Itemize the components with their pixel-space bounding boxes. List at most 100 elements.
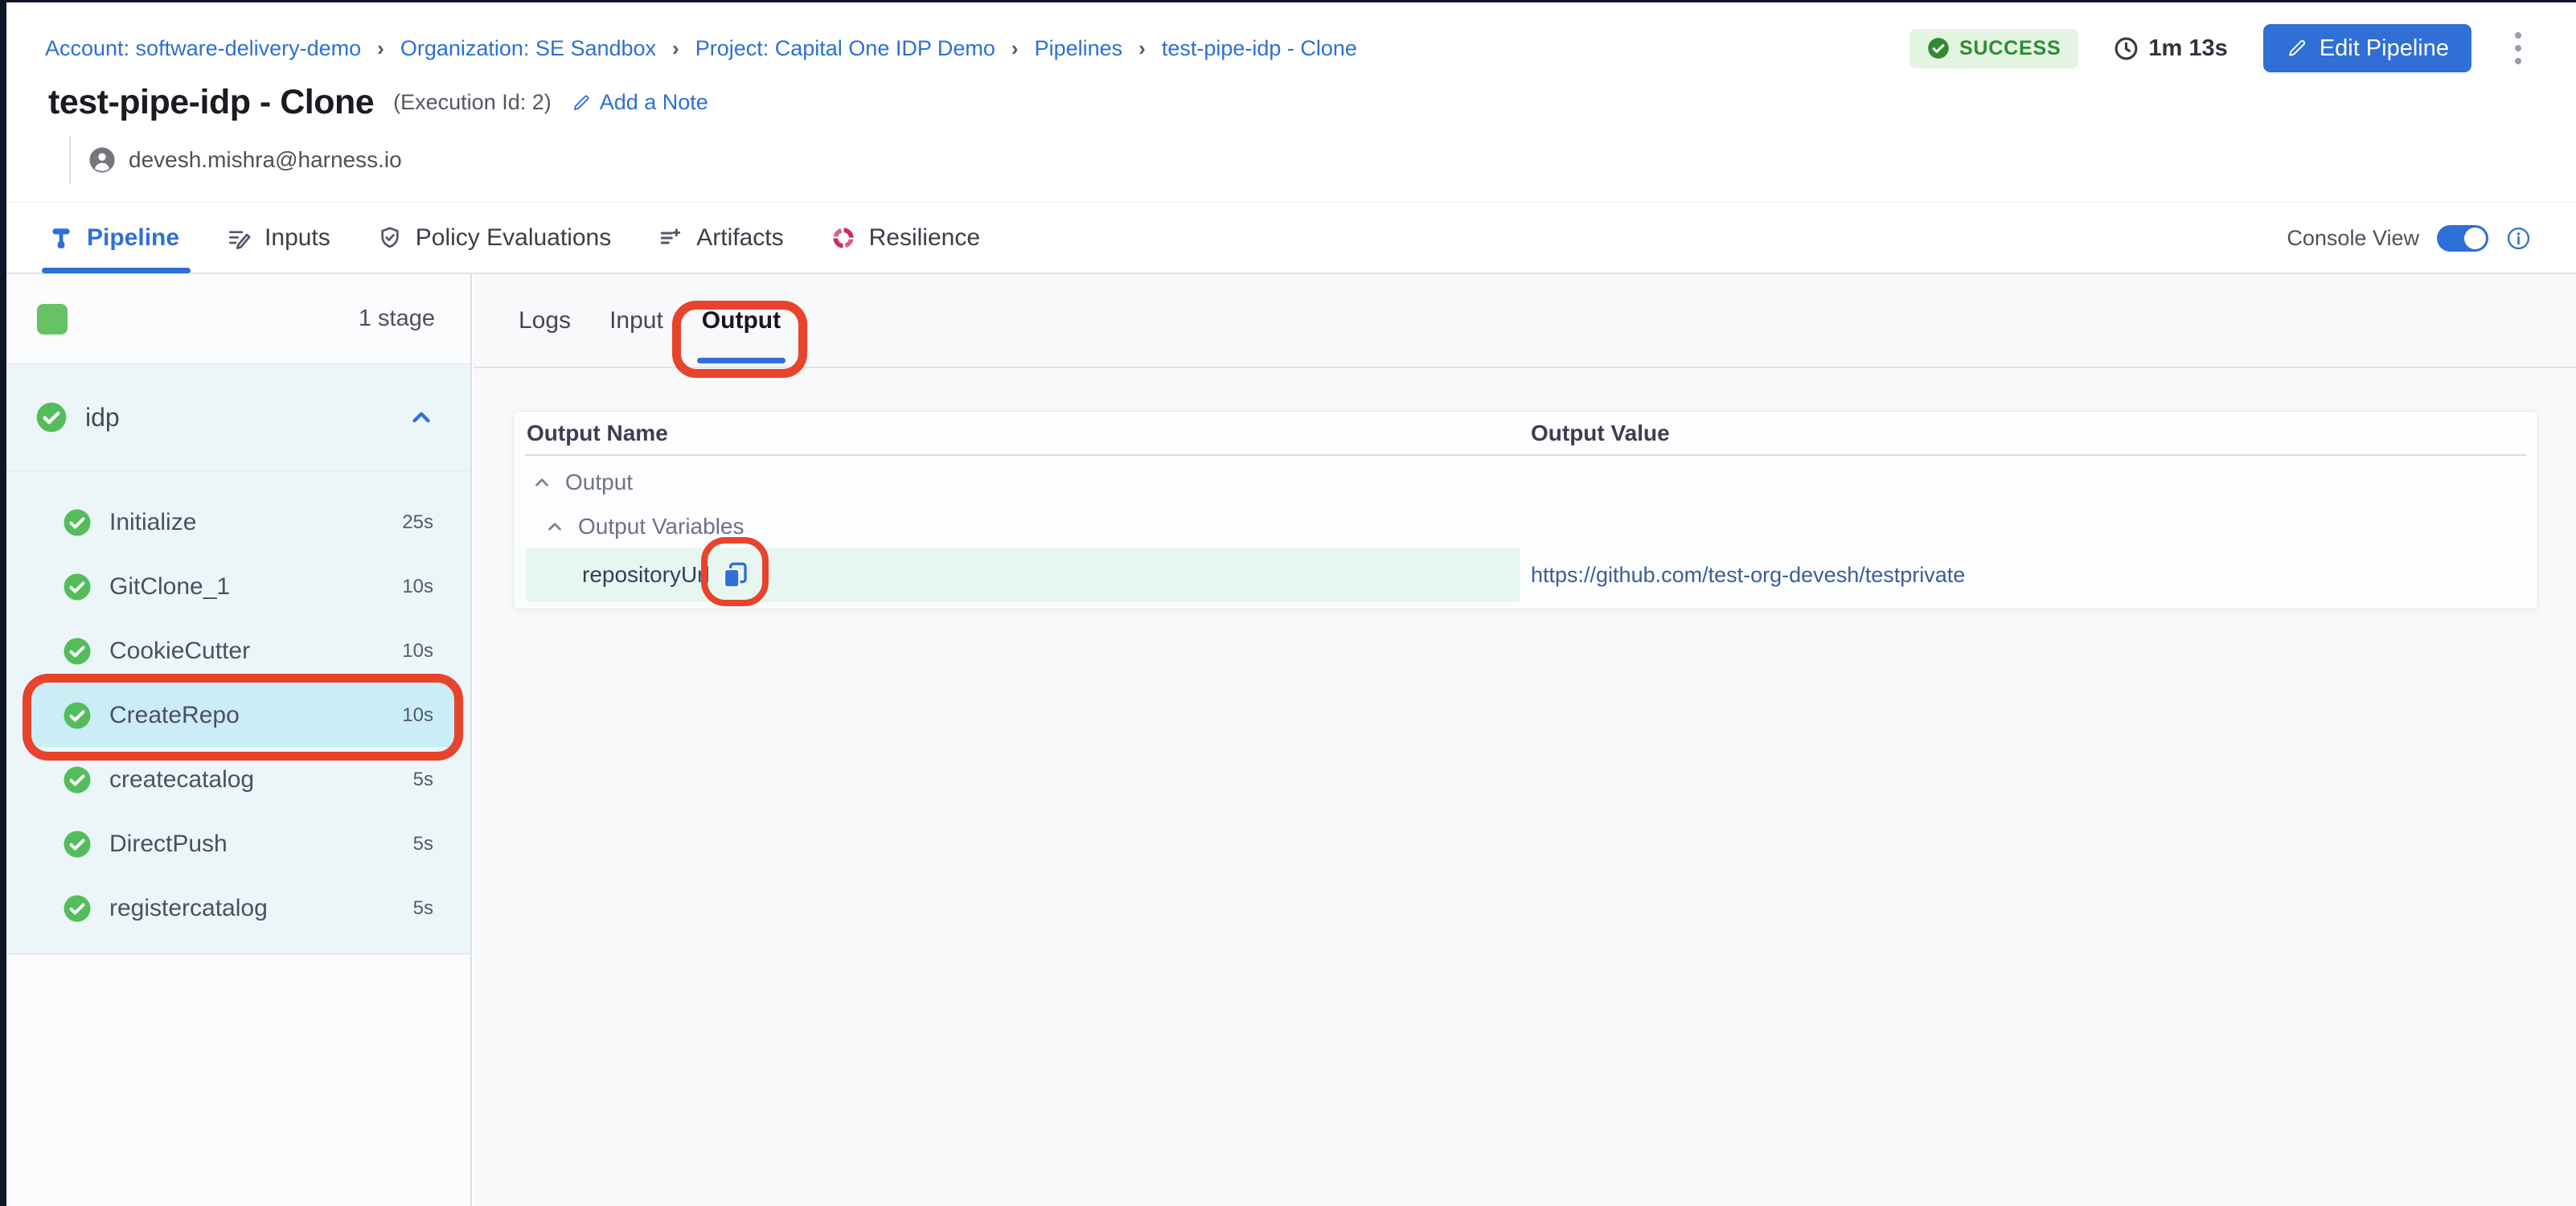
- step-detail-tabs: Logs Input Output: [474, 274, 2576, 368]
- breadcrumb-organization[interactable]: Organization: SE Sandbox: [400, 36, 656, 61]
- breadcrumb-separator: ›: [1011, 36, 1019, 61]
- title-row: test-pipe-idp - Clone (Execution Id: 2) …: [48, 83, 708, 122]
- step-duration: 10s: [402, 619, 433, 683]
- tab-logs[interactable]: Logs: [519, 274, 571, 367]
- execution-duration: 1m 13s: [2114, 35, 2227, 62]
- breadcrumb-current-pipeline[interactable]: test-pipe-idp - Clone: [1162, 36, 1357, 61]
- duration-label: 1m 13s: [2148, 35, 2227, 62]
- success-check-icon: [63, 701, 92, 730]
- step-list: Initialize 25s GitClone_1 10s CookieCutt…: [6, 471, 470, 941]
- tab-resilience-label: Resilience: [869, 224, 980, 252]
- table-row-repositoryurl: repositoryUrl: [526, 548, 1520, 602]
- tab-pipeline-label: Pipeline: [87, 224, 179, 252]
- output-table-card: Output Name Output Value Output Output V…: [513, 411, 2538, 609]
- table-group-label: Output Variables: [578, 514, 744, 539]
- success-check-icon: [63, 508, 92, 537]
- tab-artifacts-label: Artifacts: [696, 224, 783, 252]
- tab-artifacts[interactable]: Artifacts: [658, 203, 783, 273]
- step-name: GitClone_1: [109, 555, 230, 619]
- console-view-toggle[interactable]: [2437, 225, 2488, 252]
- step-duration: 10s: [402, 683, 433, 748]
- breadcrumb-pipelines[interactable]: Pipelines: [1035, 36, 1123, 61]
- step-directpush[interactable]: DirectPush 5s: [6, 812, 470, 876]
- triggered-by: devesh.mishra@harness.io: [69, 136, 402, 184]
- breadcrumb-separator: ›: [377, 36, 384, 61]
- stage-step-panel: idp Initialize 25s GitClone_1 10s: [6, 364, 470, 954]
- output-table-header: Output Name Output Value: [525, 412, 2526, 456]
- tab-inputs[interactable]: Inputs: [226, 203, 330, 273]
- step-name: registercatalog: [109, 876, 268, 941]
- success-check-icon: [63, 572, 92, 601]
- info-icon[interactable]: [2506, 226, 2531, 251]
- step-name: CreateRepo: [109, 683, 240, 748]
- column-output-name: Output Name: [527, 412, 668, 454]
- harness-pipeline-execution-page: Account: software-delivery-demo › Organi…: [0, 0, 2576, 1206]
- add-note-label: Add a Note: [600, 90, 708, 115]
- pencil-icon: [2286, 37, 2308, 59]
- step-registercatalog[interactable]: registercatalog 5s: [6, 876, 470, 941]
- console-view-label: Console View: [2287, 226, 2419, 251]
- success-check-icon: [1927, 37, 1950, 59]
- primary-tabs: Pipeline Inputs Policy Evaluations Artif…: [48, 203, 980, 273]
- pencil-icon: [571, 92, 592, 113]
- step-name: DirectPush: [109, 812, 228, 876]
- breadcrumb-separator: ›: [1138, 36, 1146, 61]
- status-badge: SUCCESS: [1909, 29, 2078, 68]
- step-name: Initialize: [109, 490, 196, 555]
- step-name: CookieCutter: [109, 619, 250, 683]
- step-duration: 5s: [413, 748, 433, 812]
- tab-output[interactable]: Output: [702, 274, 781, 367]
- table-group-output: Output: [531, 465, 633, 500]
- console-view-control: Console View: [2287, 203, 2531, 273]
- more-options-menu[interactable]: [2507, 27, 2529, 69]
- tab-input[interactable]: Input: [609, 274, 663, 367]
- copy-icon[interactable]: [719, 559, 751, 591]
- stage-summary-row: 1 stage: [6, 274, 470, 364]
- tab-policy-evaluations[interactable]: Policy Evaluations: [377, 203, 611, 273]
- add-note-link[interactable]: Add a Note: [571, 90, 708, 115]
- step-name: createcatalog: [109, 748, 254, 812]
- edit-pipeline-button[interactable]: Edit Pipeline: [2263, 24, 2471, 72]
- stage-count: 1 stage: [359, 274, 435, 363]
- stage-sidebar: 1 stage idp Initialize 25s: [6, 274, 472, 1206]
- chevron-up-icon[interactable]: [408, 404, 435, 431]
- stage-status-square: [37, 304, 68, 334]
- pipeline-icon: [48, 225, 74, 251]
- step-duration: 10s: [402, 555, 433, 619]
- execution-header: Account: software-delivery-demo › Organi…: [6, 2, 2576, 202]
- resilience-chaos-icon: [831, 225, 856, 251]
- breadcrumb-account[interactable]: Account: software-delivery-demo: [45, 36, 361, 61]
- shield-check-icon: [377, 225, 403, 251]
- tab-pipeline[interactable]: Pipeline: [48, 203, 179, 273]
- edit-pipeline-label: Edit Pipeline: [2320, 35, 2449, 62]
- toggle-knob: [2464, 228, 2486, 249]
- breadcrumb-project[interactable]: Project: Capital One IDP Demo: [695, 36, 995, 61]
- chevron-up-icon[interactable]: [531, 472, 552, 493]
- column-output-value: Output Value: [1531, 412, 1670, 454]
- step-createcatalog[interactable]: createcatalog 5s: [6, 748, 470, 812]
- page-title: test-pipe-idp - Clone: [48, 83, 374, 122]
- step-detail-panel: Logs Input Output Output Name Output Val…: [474, 274, 2576, 1206]
- status-label: SUCCESS: [1959, 37, 2061, 60]
- step-initialize[interactable]: Initialize 25s: [6, 490, 470, 555]
- success-check-icon: [63, 765, 92, 794]
- chevron-up-icon[interactable]: [544, 516, 565, 537]
- output-variable-value-link[interactable]: https://github.com/test-org-devesh/testp…: [1531, 548, 1965, 602]
- step-gitclone[interactable]: GitClone_1 10s: [6, 555, 470, 619]
- step-duration: 5s: [413, 876, 433, 941]
- step-cookiecutter[interactable]: CookieCutter 10s: [6, 619, 470, 683]
- success-check-icon: [63, 830, 92, 859]
- tab-resilience[interactable]: Resilience: [831, 203, 980, 273]
- user-avatar-icon: [88, 146, 116, 174]
- breadcrumb-separator: ›: [672, 36, 679, 61]
- output-variable-name: repositoryUrl: [582, 548, 710, 602]
- tab-inputs-label: Inputs: [265, 224, 330, 252]
- table-group-output-variables: Output Variables: [544, 509, 744, 544]
- step-createrepo[interactable]: CreateRepo 10s: [6, 683, 470, 748]
- success-check-icon: [63, 894, 92, 923]
- step-duration: 25s: [402, 490, 433, 555]
- table-group-label: Output: [565, 470, 633, 495]
- stage-group-idp[interactable]: idp: [6, 364, 470, 471]
- step-duration: 5s: [413, 812, 433, 876]
- artifacts-icon: [658, 225, 683, 251]
